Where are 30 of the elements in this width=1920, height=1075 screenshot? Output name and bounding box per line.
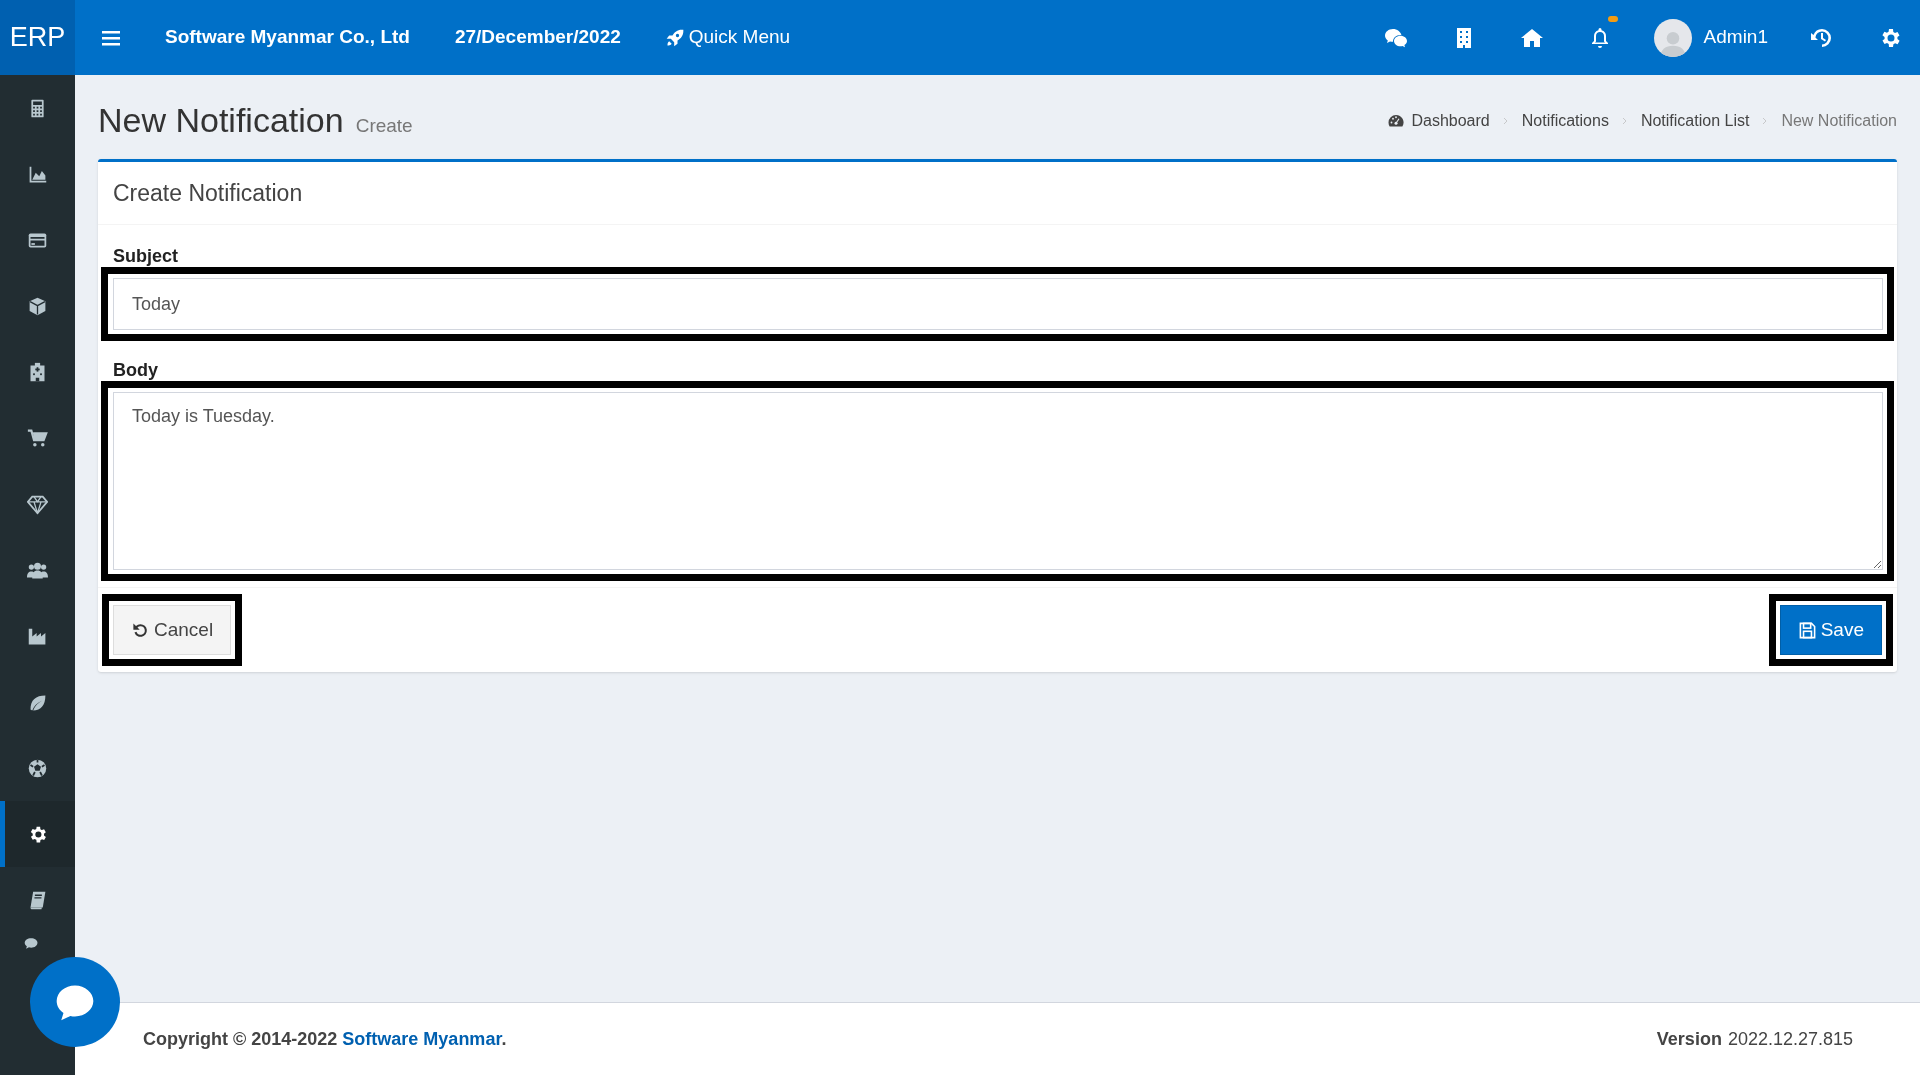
page-title: New Notification: [98, 103, 344, 137]
diamond-icon: [27, 493, 48, 515]
erp-logo[interactable]: ERP: [0, 0, 75, 75]
body-textarea[interactable]: Today is Tuesday.: [113, 392, 1883, 570]
current-date: 27/December/2022: [454, 25, 621, 50]
version-label: Version: [1656, 1027, 1722, 1051]
rocket-icon: [664, 27, 685, 48]
user-menu-button[interactable]: Admin1: [1653, 18, 1768, 57]
subject-input[interactable]: Today: [113, 278, 1883, 330]
breadcrumb-current: New Notification: [1781, 111, 1897, 131]
field-label: Subject: [113, 247, 179, 265]
cart-icon: [27, 427, 48, 449]
field-label: Body: [113, 361, 159, 379]
version-number: 2022.12.27.815: [1727, 1027, 1853, 1051]
breadcrumb-link[interactable]: Notification List: [1640, 109, 1750, 133]
card-title: Create Notification: [113, 178, 303, 208]
cancel-button[interactable]: Cancel: [113, 605, 232, 655]
save-button[interactable]: Save: [1779, 605, 1882, 655]
breadcrumb-link[interactable]: Notifications: [1521, 109, 1609, 133]
page-subtitle: Create: [355, 116, 413, 135]
soccer-ball-icon: [27, 757, 48, 779]
undo-icon: [131, 620, 150, 640]
quick-menu-button[interactable]: Quick Menu: [664, 23, 791, 52]
user-avatar: [1653, 18, 1692, 57]
company-link[interactable]: Software Myanmar: [342, 1028, 502, 1049]
company-name: Software Myanmar Co., Ltd: [165, 25, 410, 50]
cube-icon: [27, 295, 48, 317]
copyright-text: Copyright © 2014-2022 Software Myanmar.: [143, 1027, 507, 1051]
sidebar-item[interactable]: [0, 801, 75, 867]
breadcrumb-link[interactable]: Dashboard: [1387, 109, 1490, 133]
